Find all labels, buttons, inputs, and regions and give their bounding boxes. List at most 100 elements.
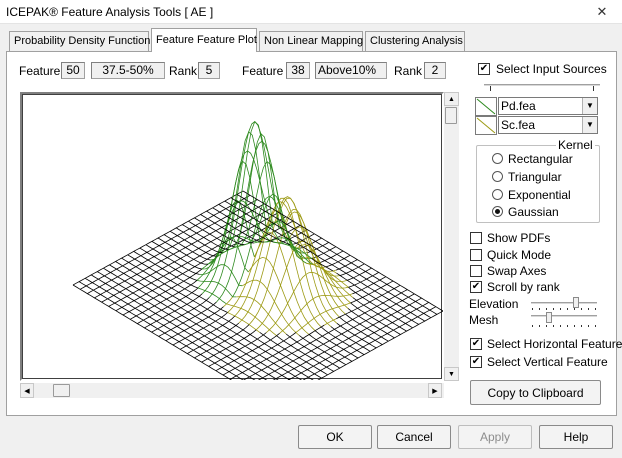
surface-mesh-line <box>248 256 310 335</box>
source-select-sc[interactable]: Sc.fea ▼ <box>498 116 598 134</box>
line-style-icon <box>476 117 496 134</box>
surface-mesh-line <box>265 306 437 402</box>
surface-mesh-line <box>187 322 240 354</box>
source-select-pd-dropdown[interactable]: ▼ <box>582 98 597 114</box>
kernel-radio-triangular[interactable] <box>492 171 503 182</box>
scroll-right-button[interactable]: ▶ <box>428 383 442 398</box>
surface-mesh-line <box>336 322 377 349</box>
scroll-up-button[interactable]: ▲ <box>444 92 459 106</box>
source-select-pd-value: Pd.fea <box>501 99 536 113</box>
scroll-by-rank-label: Scroll by rank <box>487 280 560 294</box>
source-select-sc-value: Sc.fea <box>501 118 536 132</box>
feature-value-left: 50 <box>61 62 85 79</box>
surface-mesh-line <box>308 334 353 362</box>
surface-mesh-line <box>345 313 389 342</box>
surface-mesh-line <box>90 274 292 396</box>
cancel-button[interactable]: Cancel <box>377 425 451 449</box>
surface-mesh-line <box>352 276 387 295</box>
elevation-label: Elevation <box>469 297 519 311</box>
rank-value-right: 2 <box>424 62 446 79</box>
swap-axes-label: Swap Axes <box>487 264 547 278</box>
kernel-title: Kernel <box>556 138 595 152</box>
surface-mesh-line <box>276 335 334 372</box>
select-horizontal-feature-checkbox[interactable]: ✔ <box>470 338 482 350</box>
select-input-sources-checkbox[interactable]: ✔ <box>478 63 490 75</box>
check-icon: ✔ <box>479 63 489 74</box>
title-bar: ICEPAK® Feature Analysis Tools [ AE ] ✕ <box>0 0 622 24</box>
arrow-down-icon: ▼ <box>448 370 455 378</box>
check-icon: ✔ <box>471 356 481 367</box>
surface-mesh-line <box>78 281 280 402</box>
feature-range-left: 37.5-50% <box>91 62 165 79</box>
elevation-slider-track[interactable] <box>531 302 597 305</box>
source-swatch-pd <box>475 97 497 116</box>
surface-mesh-line <box>332 270 337 274</box>
surface-mesh-line <box>330 326 371 352</box>
arrow-up-icon: ▲ <box>448 95 455 103</box>
surface-mesh-line <box>196 235 270 281</box>
tab-non-linear-mapping[interactable]: Non Linear Mapping <box>259 31 363 51</box>
feature-plot-frame <box>20 92 444 406</box>
kernel-radio-rectangular[interactable] <box>492 153 503 164</box>
mesh-label: Mesh <box>469 313 499 327</box>
copy-to-clipboard-button[interactable]: Copy to Clipboard <box>470 380 601 405</box>
tab-feature-feature-plot[interactable]: Feature Feature Plot <box>151 28 257 52</box>
scroll-by-rank-checkbox[interactable]: ✔ <box>470 281 482 293</box>
tab-probability-density-function[interactable]: Probability Density Function <box>9 31 150 51</box>
surface-mesh-line <box>236 296 287 335</box>
close-button[interactable]: ✕ <box>588 2 616 21</box>
surface-mesh-line <box>314 330 359 359</box>
help-button[interactable]: Help <box>539 425 613 449</box>
check-icon: ✔ <box>471 338 481 349</box>
elevation-slider-thumb[interactable] <box>573 297 579 308</box>
vertical-scrollbar[interactable]: ▲ ▼ <box>444 92 459 381</box>
source-order-ticks <box>490 86 594 92</box>
show-pdfs-label: Show PDFs <box>487 231 551 245</box>
feature-value-right: 38 <box>286 62 310 79</box>
ok-button[interactable]: OK <box>298 425 372 449</box>
kernel-radio-gaussian[interactable] <box>492 206 503 217</box>
surface-mesh-line <box>348 272 379 288</box>
rank-value-left: 5 <box>198 62 220 79</box>
feature-label-right: Feature <box>242 64 284 78</box>
line-style-icon <box>476 98 496 115</box>
select-vertical-feature-checkbox[interactable]: ✔ <box>470 356 482 368</box>
show-pdfs-checkbox[interactable] <box>470 232 482 244</box>
scroll-left-button[interactable]: ◀ <box>20 383 34 398</box>
surface-mesh-line <box>224 200 426 322</box>
surface-mesh-line <box>336 284 401 319</box>
kernel-radio-exponential[interactable] <box>492 189 503 200</box>
quick-mode-label: Quick Mode <box>487 248 552 262</box>
source-select-pd[interactable]: Pd.fea ▼ <box>498 97 598 115</box>
surface-mesh-line <box>129 280 198 320</box>
surface-mesh-line <box>139 247 198 281</box>
kernel-label-gaussian: Gaussian <box>508 205 559 219</box>
surface-mesh-line <box>145 244 200 275</box>
surface-mesh-line <box>272 310 444 406</box>
feature-surface-plot <box>72 120 444 406</box>
kernel-label-exponential: Exponential <box>508 188 571 202</box>
chevron-down-icon: ▼ <box>586 120 594 129</box>
surface-mesh-line <box>242 279 300 336</box>
rank-label-left: Rank <box>169 64 198 78</box>
swap-axes-checkbox[interactable] <box>470 265 482 277</box>
rank-label-right: Rank <box>394 64 423 78</box>
surface-mesh-line <box>269 197 332 327</box>
arrow-left-icon: ◀ <box>24 387 30 395</box>
surface-mesh-line <box>226 303 277 337</box>
vertical-scroll-thumb[interactable] <box>445 107 457 124</box>
feature-plot-canvas <box>22 94 444 406</box>
surface-mesh-line <box>144 293 203 329</box>
close-icon: ✕ <box>596 3 608 19</box>
scroll-down-button[interactable]: ▼ <box>444 367 459 381</box>
tab-clustering-analysis[interactable]: Clustering Analysis <box>365 31 465 51</box>
horizontal-scroll-thumb[interactable] <box>53 384 70 397</box>
source-select-sc-dropdown[interactable]: ▼ <box>582 117 597 133</box>
apply-button[interactable]: Apply <box>458 425 532 449</box>
horizontal-scrollbar[interactable]: ◀ ▶ <box>20 383 444 398</box>
select-horizontal-feature-label: Select Horizontal Feature <box>487 337 622 351</box>
chevron-down-icon: ▼ <box>586 101 594 110</box>
kernel-label-rectangular: Rectangular <box>508 152 573 166</box>
quick-mode-checkbox[interactable] <box>470 249 482 261</box>
check-icon: ✔ <box>471 281 481 292</box>
